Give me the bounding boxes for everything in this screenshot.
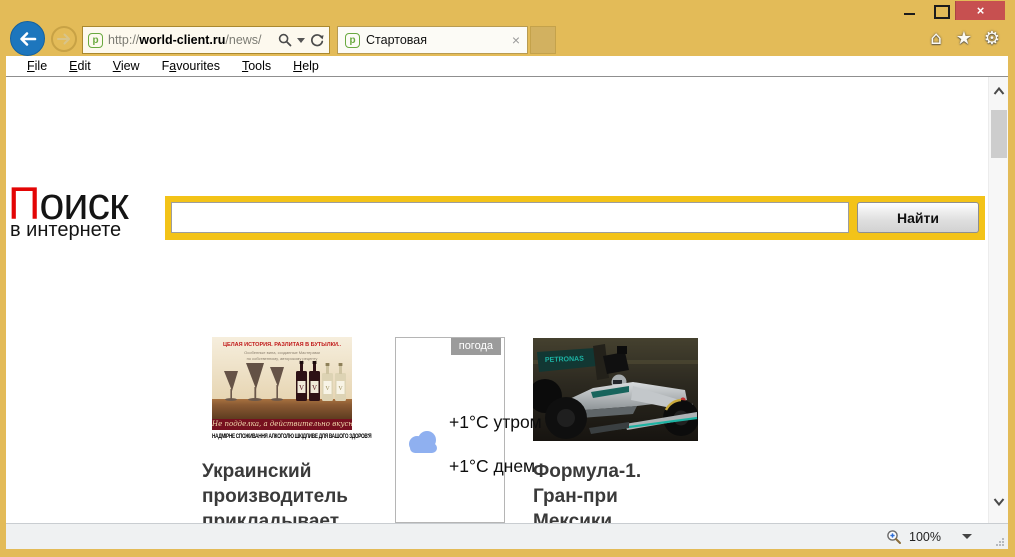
home-icon[interactable]: ⌂	[925, 28, 947, 50]
status-bar: 100%	[6, 523, 1008, 549]
refresh-icon[interactable]	[310, 33, 324, 48]
back-button[interactable]	[10, 21, 45, 56]
wine-ad-health-warning: НАДМІРНЕ СПОЖИВАННЯ АЛКОГОЛЮ ШКІДЛИВЕ ДЛ…	[212, 430, 372, 443]
forward-arrow-icon	[57, 33, 70, 45]
tab-startovaya[interactable]: p Стартовая ×	[337, 26, 528, 54]
cloud-icon	[409, 431, 437, 453]
svg-text:Особенные вина, созданные Маст: Особенные вина, созданные Мастерами	[244, 350, 320, 355]
tab-favicon-icon: p	[345, 32, 360, 48]
window-frame-right	[1008, 56, 1015, 557]
svg-text:V: V	[325, 386, 330, 392]
forward-button[interactable]	[51, 26, 77, 52]
news-image-wine-ad[interactable]: ЦЕЛАЯ ИСТОРИЯ. РАЗЛИТАЯ В БУТЫЛКИ.. Особ…	[212, 337, 372, 443]
weather-day-temp: +1°С днем	[449, 456, 536, 476]
zoom-level: 100%	[909, 529, 941, 544]
maximize-button[interactable]	[925, 1, 955, 20]
menu-bar: File Edit View Favourites Tools Help	[6, 56, 1008, 77]
menu-tools[interactable]: Tools	[231, 59, 282, 73]
search-icon[interactable]	[278, 33, 292, 47]
wine-ad-script-caption: Не подделка, а действительно вкусно...	[212, 419, 352, 430]
window-frame-bottom	[0, 549, 1015, 557]
wine-ad-illustration: ЦЕЛАЯ ИСТОРИЯ. РАЗЛИТАЯ В БУТЫЛКИ.. Особ…	[212, 337, 352, 419]
browser-action-icons: ⌂ ★ ⚙	[925, 28, 1003, 50]
search-submit-button[interactable]: Найти	[857, 202, 979, 233]
address-bar-icons	[278, 33, 324, 48]
vertical-scrollbar[interactable]	[988, 77, 1008, 523]
logo-tagline: в интернете	[10, 219, 122, 241]
site-logo: Поиск в интернете	[8, 181, 129, 241]
weather-label: погода	[450, 338, 501, 355]
back-arrow-icon	[19, 31, 36, 46]
svg-text:V: V	[338, 386, 343, 392]
zoom-control[interactable]: 100%	[886, 529, 972, 545]
window-controls: ×	[895, 0, 1005, 20]
close-button[interactable]: ×	[955, 0, 1005, 20]
search-input[interactable]	[171, 202, 849, 233]
page-favicon-icon: p	[88, 32, 103, 48]
svg-text:V: V	[312, 384, 317, 392]
url-domain: world-client.ru	[139, 33, 226, 47]
zoom-dropdown-icon[interactable]	[962, 534, 972, 539]
menu-edit[interactable]: Edit	[58, 59, 102, 73]
favorites-star-icon[interactable]: ★	[953, 28, 975, 50]
svg-text:по собственному, авторскому ре: по собственному, авторскому рецепту	[247, 356, 318, 361]
scroll-down-icon[interactable]	[993, 497, 1005, 507]
search-panel: Найти	[165, 196, 985, 240]
scrollbar-thumb[interactable]	[991, 110, 1007, 158]
menu-file[interactable]: File	[16, 59, 58, 73]
menu-view[interactable]: View	[102, 59, 151, 73]
url-scheme: http://	[108, 33, 140, 47]
scroll-up-icon[interactable]	[993, 86, 1005, 96]
url-path: /news/	[225, 33, 262, 47]
tab-close-icon[interactable]: ×	[512, 33, 520, 47]
url-text[interactable]: http://world-client.ru/news/	[108, 33, 273, 47]
browser-window: × p http://world-client.ru/news/ p Старт…	[0, 0, 1015, 557]
minimize-button[interactable]	[895, 1, 925, 20]
svg-text:ЦЕЛАЯ ИСТОРИЯ. РАЗЛИТАЯ В БУТЫ: ЦЕЛАЯ ИСТОРИЯ. РАЗЛИТАЯ В БУТЫЛКИ..	[223, 342, 341, 348]
f1-car-illustration: PETRONAS	[528, 338, 699, 441]
address-bar[interactable]: p http://world-client.ru/news/	[82, 26, 330, 54]
resize-grip[interactable]	[996, 537, 1004, 546]
title-bar[interactable]	[0, 0, 895, 20]
settings-gear-icon[interactable]: ⚙	[981, 28, 1003, 50]
weather-morning-temp: +1°С утром	[449, 412, 542, 432]
close-icon: ×	[976, 2, 985, 18]
menu-help[interactable]: Help	[282, 59, 330, 73]
search-dropdown-icon[interactable]	[297, 37, 305, 43]
svg-text:PETRONAS: PETRONAS	[545, 356, 584, 364]
window-frame-left	[0, 56, 6, 557]
tab-title: Стартовая	[366, 33, 427, 47]
svg-text:V: V	[299, 384, 304, 392]
menu-favourites[interactable]: Favourites	[151, 59, 231, 73]
zoom-icon	[887, 529, 902, 544]
new-tab-button[interactable]	[530, 26, 556, 54]
news-image-f1[interactable]: PETRONAS	[528, 338, 699, 441]
